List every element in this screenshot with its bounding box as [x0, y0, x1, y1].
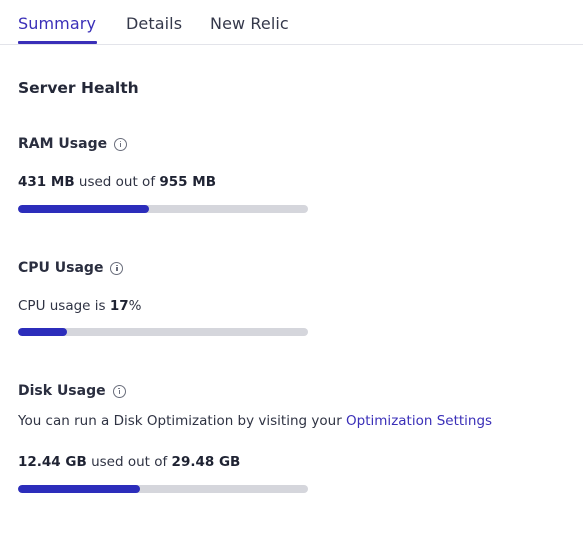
optimization-settings-link[interactable]: Optimization Settings	[346, 413, 492, 429]
ram-usage-bar	[18, 205, 308, 213]
ram-usage-bar-fill	[18, 205, 149, 213]
cpu-usage-bar-fill	[18, 328, 68, 336]
ram-used-value: 431 MB	[18, 174, 75, 190]
tab-new-relic[interactable]: New Relic	[210, 14, 289, 33]
disk-usage-text: 12.44 GB used out of 29.48 GB	[18, 454, 240, 470]
ram-total-value: 955 MB	[159, 174, 216, 190]
info-icon[interactable]	[110, 261, 124, 275]
tab-details[interactable]: Details	[126, 14, 182, 33]
disk-used-value: 12.44 GB	[18, 454, 87, 470]
ram-usage-text: 431 MB used out of 955 MB	[18, 174, 216, 190]
section-title: Server Health	[18, 79, 139, 97]
ram-used-connector: used out of	[74, 174, 160, 190]
cpu-usage-bar	[18, 328, 308, 336]
disk-note-text: You can run a Disk Optimization by visit…	[18, 413, 347, 429]
disk-used-connector: used out of	[86, 454, 172, 470]
disk-usage-heading: Disk Usage	[18, 383, 126, 399]
ram-usage-title: RAM Usage	[18, 136, 108, 152]
cpu-usage-title: CPU Usage	[18, 260, 104, 276]
cpu-usage-value: 17	[109, 298, 129, 314]
cpu-usage-prefix: CPU usage is	[18, 298, 110, 314]
disk-usage-bar	[18, 485, 308, 493]
tab-bar: Summary Details New Relic	[0, 0, 583, 45]
info-icon[interactable]	[114, 137, 128, 151]
ram-usage-heading: RAM Usage	[18, 136, 128, 152]
cpu-usage-heading: CPU Usage	[18, 260, 124, 276]
tab-summary[interactable]: Summary	[18, 14, 96, 33]
active-tab-indicator	[18, 41, 97, 44]
disk-usage-bar-fill	[18, 485, 141, 493]
disk-total-value: 29.48 GB	[171, 454, 241, 470]
disk-usage-title: Disk Usage	[18, 383, 106, 399]
disk-optimization-note: You can run a Disk Optimization by visit…	[18, 413, 492, 429]
cpu-usage-suffix: %	[128, 298, 142, 314]
info-icon[interactable]	[112, 384, 126, 398]
cpu-usage-text: CPU usage is 17%	[18, 298, 141, 314]
